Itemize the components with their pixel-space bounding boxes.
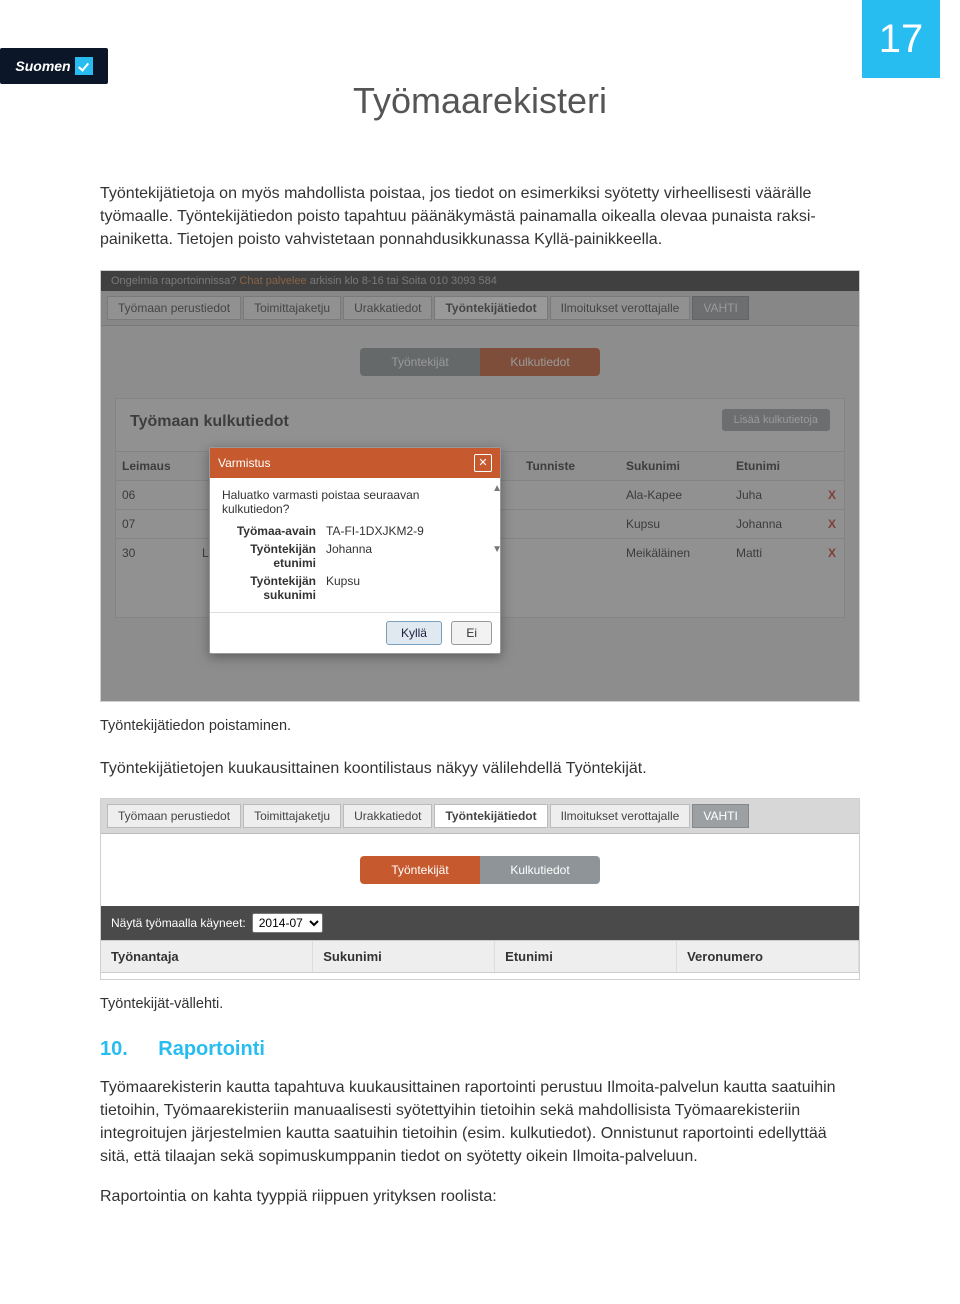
main-tabs: Työmaan perustiedot Toimittajaketju Urak… — [101, 799, 859, 834]
scroll-down-icon[interactable]: ▼ — [492, 544, 502, 555]
body-paragraph: Työmaarekisterin kautta tapahtuva kuukau… — [100, 1076, 860, 1169]
field-value: Kupsu — [326, 574, 488, 602]
logo-text: Suomen — [15, 58, 70, 74]
close-icon[interactable]: ✕ — [474, 454, 492, 472]
field-label: Työntekijän etunimi — [222, 542, 316, 570]
field-value: TA-FI-1DXJKM2-9 — [326, 524, 488, 538]
col-tyonantaja: Työnantaja — [101, 941, 313, 972]
confirm-no-button[interactable]: Ei — [451, 621, 492, 645]
screenshot-delete-confirmation: Ongelmia raportoinnissa? Chat palvelee a… — [100, 270, 860, 702]
filter-label: Näytä työmaalla käyneet: — [111, 916, 246, 930]
section-heading: 10. Raportointi — [100, 1035, 860, 1064]
col-veronumero: Veronumero — [677, 941, 859, 972]
screenshot-tyontekijat-tab: Työmaan perustiedot Toimittajaketju Urak… — [100, 798, 860, 980]
modal-title: Varmistus — [218, 456, 270, 470]
section-title: Raportointi — [158, 1038, 265, 1060]
subtab-kulkutiedot[interactable]: Kulkutiedot — [480, 856, 600, 884]
field-value: Johanna — [326, 542, 488, 570]
field-label: Työntekijän sukunimi — [222, 574, 316, 602]
page-number-badge: 17 — [862, 0, 940, 78]
tab-tyontekijatiedot[interactable]: Työntekijätiedot — [434, 804, 547, 828]
modal-question: Haluatko varmasti poistaa seuraavan kulk… — [222, 488, 488, 516]
check-icon — [75, 57, 93, 75]
figure-caption: Työntekijät-vällehti. — [100, 994, 860, 1015]
scroll-up-icon[interactable]: ▲ — [492, 483, 502, 494]
tab-toimittajaketju[interactable]: Toimittajaketju — [243, 804, 341, 828]
body-paragraph: Raportointia on kahta tyyppiä riippuen y… — [100, 1185, 860, 1208]
section-number: 10. — [100, 1038, 128, 1060]
tab-ilmoitukset[interactable]: Ilmoitukset verottajalle — [550, 804, 691, 828]
month-select[interactable]: 2014-07 — [252, 913, 323, 933]
tab-urakkatiedot[interactable]: Urakkatiedot — [343, 804, 432, 828]
confirm-modal: Varmistus ✕ Haluatko varmasti poistaa se… — [209, 447, 501, 654]
col-etunimi: Etunimi — [495, 941, 677, 972]
tab-perustiedot[interactable]: Työmaan perustiedot — [107, 804, 241, 828]
figure-caption: Työntekijätiedon poistaminen. — [100, 716, 860, 737]
confirm-yes-button[interactable]: Kyllä — [386, 621, 442, 645]
col-sukunimi: Sukunimi — [313, 941, 495, 972]
subtab-segment: Työntekijät Kulkutiedot — [101, 856, 859, 884]
body-paragraph: Työntekijätietojen kuukausittainen koont… — [100, 757, 860, 780]
employees-table-header: Työnantaja Sukunimi Etunimi Veronumero — [101, 940, 859, 973]
field-label: Työmaa-avain — [222, 524, 316, 538]
brand-logo: Suomen — [0, 48, 108, 84]
tab-vahti[interactable]: VAHTI — [692, 804, 748, 828]
subtab-tyontekijat[interactable]: Työntekijät — [360, 856, 480, 884]
page-title: Työmaarekisteri — [100, 80, 860, 122]
month-filter-row: Näytä työmaalla käyneet: 2014-07 — [101, 906, 859, 940]
intro-paragraph: Työntekijätietoja on myös mahdollista po… — [100, 182, 860, 252]
